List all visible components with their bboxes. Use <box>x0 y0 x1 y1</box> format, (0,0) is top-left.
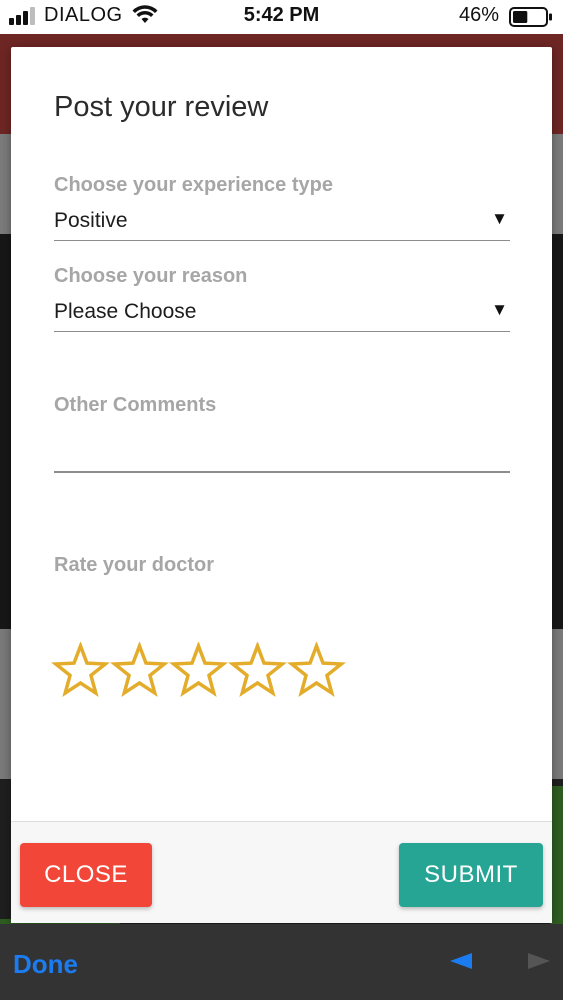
star-rating[interactable] <box>51 642 351 702</box>
rating-label: Rate your doctor <box>54 554 215 576</box>
star-icon[interactable] <box>169 642 228 700</box>
star-icon[interactable] <box>287 642 346 700</box>
star-icon[interactable] <box>110 642 169 700</box>
status-bar: DIALOG 5:42 PM 46% <box>0 0 563 34</box>
star-icon[interactable] <box>51 642 110 700</box>
battery-percent: 46% <box>459 4 500 26</box>
next-field-icon[interactable] <box>526 951 552 971</box>
modal-title: Post your review <box>54 91 269 123</box>
done-button[interactable]: Done <box>13 949 78 980</box>
comments-underline <box>54 471 510 473</box>
reason-select[interactable]: Please Choose ▼ <box>54 298 510 332</box>
submit-button[interactable]: SUBMIT <box>399 843 543 907</box>
dropdown-caret-icon: ▼ <box>491 300 508 319</box>
review-modal: Post your review Choose your experience … <box>11 47 552 923</box>
experience-type-value: Positive <box>54 209 128 232</box>
reason-value: Please Choose <box>54 300 197 323</box>
previous-field-icon[interactable] <box>448 951 474 971</box>
experience-type-label: Choose your experience type <box>54 174 333 196</box>
star-icon[interactable] <box>228 642 287 700</box>
dropdown-caret-icon: ▼ <box>491 209 508 228</box>
keyboard-accessory-bar: Done <box>0 924 563 1000</box>
reason-label: Choose your reason <box>54 265 248 287</box>
close-button[interactable]: CLOSE <box>20 843 152 907</box>
comments-input[interactable] <box>54 425 510 471</box>
modal-footer: CLOSE SUBMIT <box>11 821 552 923</box>
battery-icon <box>509 7 552 27</box>
comments-label: Other Comments <box>54 394 217 416</box>
experience-type-select[interactable]: Positive ▼ <box>54 207 510 241</box>
